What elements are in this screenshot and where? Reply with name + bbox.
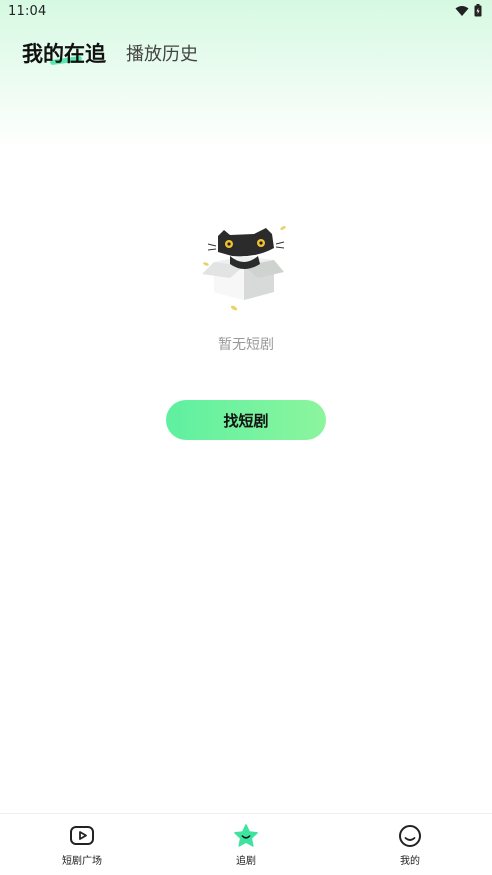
bottom-nav: 短剧广场 追剧 我的 [0,813,492,875]
tab-following[interactable]: 我的在追 [22,38,106,68]
smile-face-icon [397,823,423,849]
nav-item-drama-plaza[interactable]: 短剧广场 [32,823,132,867]
status-time: 11:04 [8,3,47,19]
nav-label-following: 追剧 [236,855,256,867]
status-icons [455,2,482,21]
nav-label-drama-plaza: 短剧广场 [62,855,102,867]
cat-in-box-icon [196,222,288,314]
video-play-icon [69,823,95,849]
wifi-icon [455,2,469,21]
status-bar: 11:04 [0,0,492,22]
tab-following-label: 我的在追 [22,42,106,66]
tab-history-label: 播放历史 [126,44,198,65]
header-background [0,0,492,150]
find-dramas-button[interactable]: 找短剧 [166,400,326,440]
tab-bar: 我的在追 播放历史 [22,34,198,68]
empty-state-message: 暂无短剧 [218,337,274,353]
battery-icon [474,2,482,21]
nav-item-following[interactable]: 追剧 [196,823,296,867]
nav-label-mine: 我的 [400,855,420,867]
star-face-icon [233,823,259,849]
nav-item-mine[interactable]: 我的 [360,823,460,867]
tab-history[interactable]: 播放历史 [126,40,198,68]
